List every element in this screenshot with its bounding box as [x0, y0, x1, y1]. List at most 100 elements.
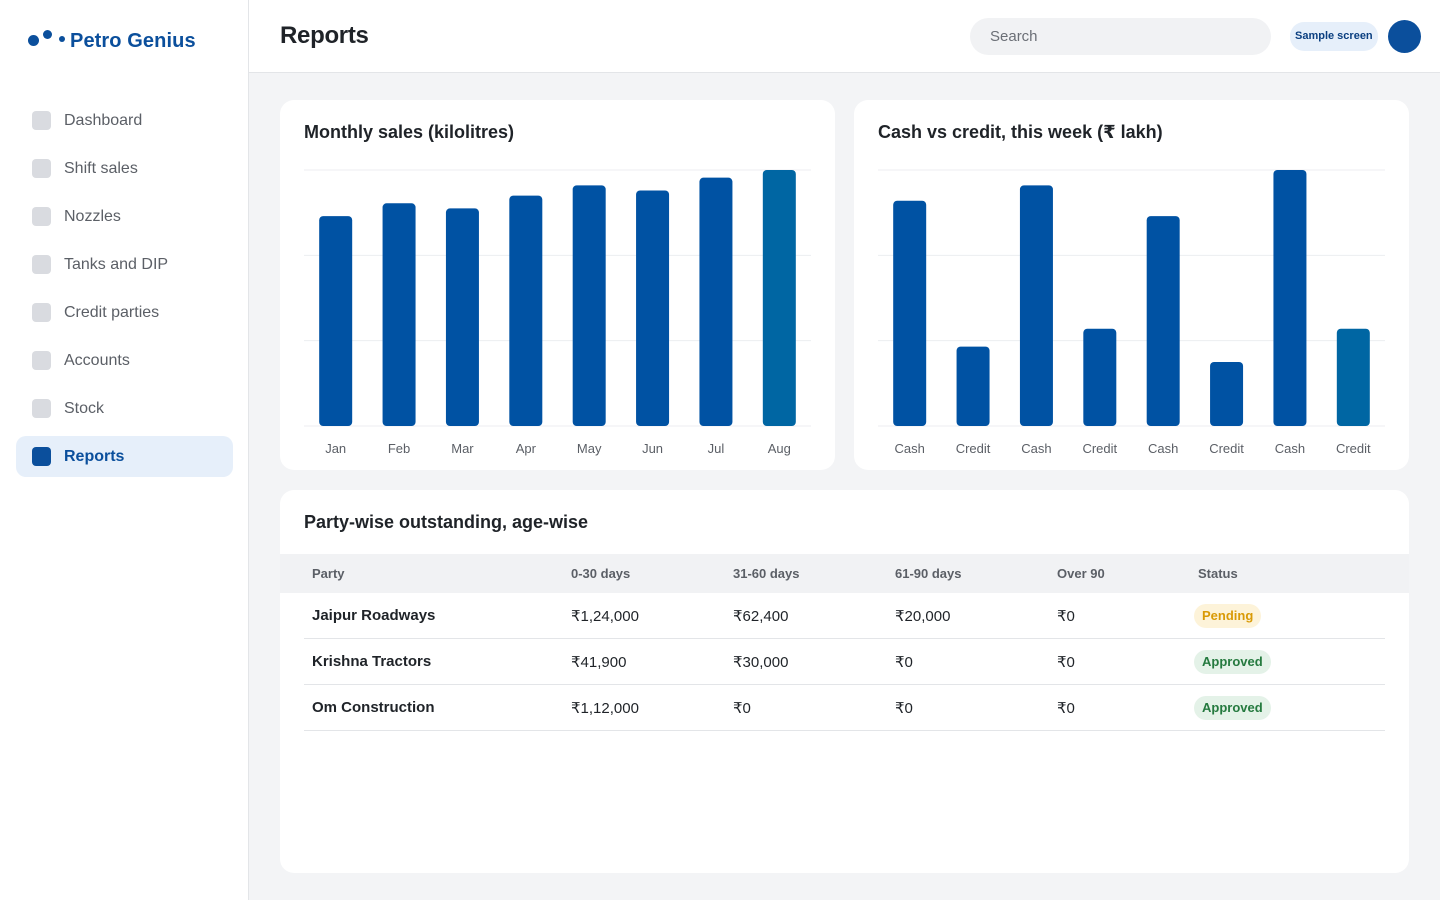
table-row[interactable]: Om Construction ₹1,12,000 ₹0 ₹0 ₹0 Appro…	[304, 685, 1385, 731]
status-badge: Pending	[1194, 603, 1262, 628]
chart-bar[interactable]	[956, 346, 990, 426]
chart-bar[interactable]	[762, 170, 796, 426]
app-name: Petro Genius	[70, 30, 196, 52]
chart-bar[interactable]	[382, 203, 416, 426]
reports-icon	[32, 447, 51, 466]
status-badge: Approved	[1194, 649, 1271, 674]
amount-0-30: ₹41,900	[571, 653, 627, 671]
sidebar-item-label: Dashboard	[64, 111, 143, 129]
amount-over-90: ₹0	[1057, 607, 1075, 625]
sidebar-item-tanks-and-dip[interactable]: Tanks and DIP	[16, 244, 233, 285]
sidebar-item-credit-parties[interactable]: Credit parties	[16, 292, 233, 333]
dashboard-icon	[32, 111, 51, 130]
x-tick-label: Credit	[1209, 441, 1244, 456]
x-tick-label: May	[577, 441, 602, 456]
chart-bar[interactable]	[319, 216, 353, 426]
x-tick-label: Jul	[708, 441, 725, 456]
column-header-over-90: Over 90	[1057, 566, 1105, 581]
sidebar-item-label: Nozzles	[64, 207, 121, 225]
monthly-sales-chart: Jan Feb Mar Apr May Jun Jul Aug	[304, 169, 811, 456]
party-name: Krishna Tractors	[312, 653, 432, 670]
chart-bar[interactable]	[509, 195, 543, 426]
x-tick-label: Jan	[325, 441, 346, 456]
x-tick-label: Aug	[768, 441, 791, 456]
chart-bar[interactable]	[893, 200, 927, 426]
chart-bar[interactable]	[1146, 216, 1180, 426]
logo-dots-icon	[28, 30, 68, 52]
outstanding-card: Party-wise outstanding, age-wise Party 0…	[280, 490, 1409, 873]
chart-bar[interactable]	[1273, 170, 1307, 426]
sidebar-item-accounts[interactable]: Accounts	[16, 340, 233, 381]
x-tick-label: Cash	[1021, 441, 1051, 456]
x-tick-label: Cash	[895, 441, 925, 456]
sidebar-item-stock[interactable]: Stock	[16, 388, 233, 429]
table-title: Party-wise outstanding, age-wise	[304, 512, 589, 532]
monthly-sales-card: Monthly sales (kilolitres) Jan Feb Mar Apr M…	[280, 100, 835, 470]
sidebar-item-label: Accounts	[64, 351, 130, 369]
x-tick-label: Apr	[516, 441, 537, 456]
chart-bar[interactable]	[636, 190, 670, 426]
x-tick-label: Mar	[451, 441, 474, 456]
party-name: Jaipur Roadways	[312, 607, 436, 624]
party-name: Om Construction	[312, 699, 435, 716]
stock-icon	[32, 399, 51, 418]
amount-0-30: ₹1,12,000	[571, 699, 639, 717]
search-input[interactable]	[970, 18, 1271, 55]
top-header: Reports Sample screen	[249, 0, 1440, 73]
sidebar-item-nozzles[interactable]: Nozzles	[16, 196, 233, 237]
x-tick-label: Feb	[388, 441, 410, 456]
sidebar-item-dashboard[interactable]: Dashboard	[16, 100, 233, 141]
amount-61-90: ₹0	[895, 653, 913, 671]
sidebar-item-label: Tanks and DIP	[64, 255, 169, 273]
credit-parties-icon	[32, 303, 51, 322]
nozzles-icon	[32, 207, 51, 226]
chart-bar[interactable]	[572, 185, 606, 426]
amount-61-90: ₹20,000	[895, 607, 951, 625]
column-header-0-30-days: 0-30 days	[571, 566, 631, 581]
sidebar-item-label: Credit parties	[64, 303, 160, 321]
x-tick-label: Credit	[1082, 441, 1117, 456]
x-tick-label: Credit	[956, 441, 991, 456]
shift-sales-icon	[32, 159, 51, 178]
table-row[interactable]: Jaipur Roadways ₹1,24,000 ₹62,400 ₹20,00…	[304, 593, 1385, 639]
sidebar-item-reports[interactable]: Reports	[16, 436, 233, 477]
column-header-status: Status	[1198, 566, 1238, 581]
chart-bar[interactable]	[1083, 328, 1117, 426]
outstanding-table: Party 0-30 days 31-60 days 61-90 days Ov…	[280, 554, 1409, 731]
status-badge: Approved	[1194, 695, 1271, 720]
table-header: Party 0-30 days 31-60 days 61-90 days Ov…	[280, 554, 1409, 593]
x-tick-label: Cash	[1148, 441, 1178, 456]
sidebar-item-label: Reports	[64, 447, 125, 465]
x-tick-label: Jun	[642, 441, 663, 456]
table-row[interactable]: Krishna Tractors ₹41,900 ₹30,000 ₹0 ₹0 A…	[304, 639, 1385, 685]
column-header-party: Party	[312, 566, 345, 581]
chart-bar[interactable]	[1210, 362, 1244, 426]
chart-bar[interactable]	[445, 208, 479, 426]
amount-31-60: ₹0	[733, 699, 751, 717]
cash-vs-credit-card: Cash vs credit, this week (₹ lakh) Cash C…	[854, 100, 1409, 470]
brand-logo[interactable]: Petro Genius	[28, 30, 196, 52]
accounts-icon	[32, 351, 51, 370]
chart-bar[interactable]	[699, 177, 733, 426]
sample-screen-badge: Sample screen	[1290, 22, 1378, 51]
page-title: Reports	[280, 22, 369, 49]
chart-bar[interactable]	[1019, 185, 1053, 426]
sidebar-item-label: Stock	[64, 399, 105, 417]
x-tick-label: Credit	[1336, 441, 1371, 456]
sidebar-item-label: Shift sales	[64, 159, 138, 177]
column-header-31-60-days: 31-60 days	[733, 566, 800, 581]
tanks-icon	[32, 255, 51, 274]
column-header-61-90-days: 61-90 days	[895, 566, 962, 581]
amount-31-60: ₹62,400	[733, 607, 789, 625]
cash-vs-credit-chart: Cash Credit Cash Credit Cash Credit Cash Credit	[878, 169, 1385, 456]
sidebar-item-shift-sales[interactable]: Shift sales	[16, 148, 233, 189]
amount-61-90: ₹0	[895, 699, 913, 717]
amount-31-60: ₹30,000	[733, 653, 789, 671]
sidebar: Petro Genius Dashboard Shift sales Nozzl…	[0, 0, 249, 900]
amount-over-90: ₹0	[1057, 653, 1075, 671]
amount-over-90: ₹0	[1057, 699, 1075, 717]
x-tick-label: Cash	[1275, 441, 1305, 456]
sidebar-nav: Dashboard Shift sales Nozzles Tanks and …	[16, 100, 233, 484]
chart-bar[interactable]	[1336, 328, 1370, 426]
avatar[interactable]	[1388, 20, 1421, 53]
